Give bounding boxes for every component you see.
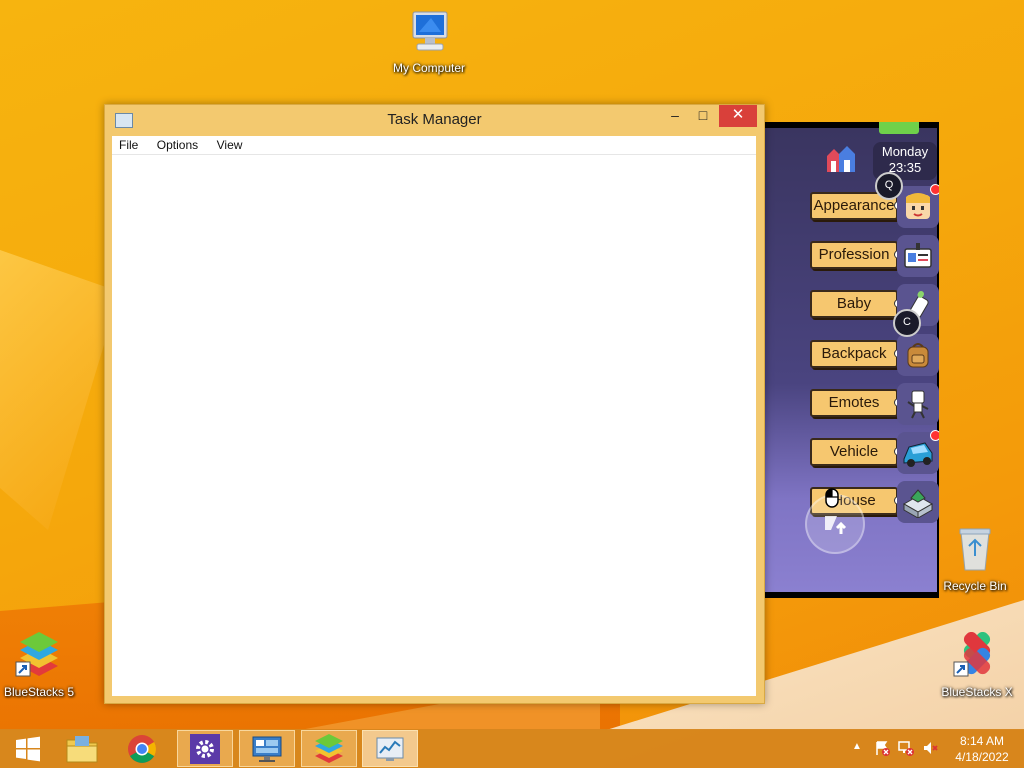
vehicle-button[interactable]: Vehicle — [810, 438, 898, 466]
desktop-icon-my-computer[interactable]: My Computer — [384, 10, 474, 75]
desktop-icon-bluestacks-x[interactable]: BlueStacks X — [932, 631, 1022, 699]
desktop-icon-bluestacks-5[interactable]: BlueStacks 5 — [0, 632, 84, 699]
mouse-cursor-icon — [825, 488, 839, 508]
taskbar: ▲ 8:14 AM 4/18/2022 — [0, 729, 1024, 768]
bluestacks-game-window[interactable]: Monday 23:35 Appearance Profession Baby — [763, 122, 939, 598]
show-hidden-icons-icon[interactable]: ▲ — [852, 741, 862, 752]
window-content — [112, 155, 756, 696]
computer-icon — [384, 10, 474, 57]
game-tag — [879, 122, 919, 134]
network-icon[interactable] — [898, 740, 914, 761]
notification-dot — [930, 184, 939, 195]
menu-item-appearance[interactable]: Appearance — [810, 184, 939, 228]
remote-desktop-button[interactable] — [239, 730, 295, 767]
start-button[interactable] — [0, 730, 56, 767]
maximize-button[interactable]: □ — [686, 105, 720, 127]
desktop-icon-label: BlueStacks 5 — [3, 685, 75, 699]
notification-dot — [930, 430, 939, 441]
emotes-button[interactable]: Emotes — [810, 389, 898, 417]
menu-item-backpack[interactable]: Backpack — [810, 334, 939, 376]
bluestacks-5-icon — [0, 632, 84, 681]
task-manager-button[interactable] — [362, 730, 418, 767]
remote-desktop-icon — [252, 736, 282, 762]
backpack-icon[interactable] — [897, 334, 939, 376]
game-day: Monday — [881, 144, 929, 159]
volume-muted-icon[interactable] — [922, 740, 938, 761]
game-background: Monday 23:35 Appearance Profession Baby — [765, 122, 939, 592]
emote-character-icon[interactable] — [897, 383, 939, 425]
profession-button[interactable]: Profession — [810, 241, 898, 269]
task-manager-icon — [376, 737, 404, 761]
close-button[interactable]: ✕ — [719, 105, 757, 127]
clock-time: 8:14 AM — [959, 734, 1005, 748]
menu-item-vehicle[interactable]: Vehicle — [810, 430, 939, 474]
clock-date: 4/18/2022 — [955, 750, 1009, 764]
desktop-icon-label: Recycle Bin — [943, 579, 1007, 593]
town-icon[interactable] — [825, 146, 861, 172]
settings-icon — [190, 733, 220, 764]
bluestacks-button[interactable] — [301, 730, 357, 767]
file-explorer-icon — [66, 735, 98, 762]
menu-file[interactable]: File — [112, 136, 145, 154]
menu-item-baby[interactable]: Baby — [810, 284, 939, 326]
file-explorer-button[interactable] — [54, 730, 110, 767]
task-manager-window[interactable]: Task Manager – □ ✕ File Options View — [104, 104, 765, 704]
desktop-icon-label: BlueStacks X — [941, 685, 1013, 699]
menu-item-profession[interactable]: Profession — [810, 235, 939, 277]
key-hint-c: C — [893, 309, 921, 337]
id-card-icon[interactable] — [897, 235, 939, 277]
menu-item-emotes[interactable]: Emotes — [810, 383, 939, 425]
taskbar-clock[interactable]: 8:14 AM 4/18/2022 — [952, 733, 1012, 765]
start-icon — [16, 736, 40, 761]
title-bar[interactable]: Task Manager – □ ✕ — [105, 105, 764, 133]
wallpaper-shape — [0, 250, 120, 530]
menu-bar: File Options View — [112, 136, 756, 155]
chrome-icon — [128, 734, 156, 763]
backpack-button[interactable]: Backpack — [810, 340, 898, 368]
bluestacks-x-icon — [932, 631, 1022, 681]
menu-view[interactable]: View — [210, 136, 250, 154]
chrome-button[interactable] — [114, 730, 170, 767]
desktop-icon-recycle-bin[interactable]: Recycle Bin — [930, 526, 1020, 593]
key-hint-q: Q — [875, 172, 903, 200]
settings-button[interactable] — [177, 730, 233, 767]
recycle-bin-icon — [930, 526, 1020, 575]
menu-options[interactable]: Options — [150, 136, 205, 154]
action-center-flag-icon[interactable] — [874, 740, 890, 761]
bluestacks-icon — [315, 733, 343, 763]
house-icon[interactable] — [897, 481, 939, 523]
baby-button[interactable]: Baby — [810, 290, 898, 318]
desktop-icon-label: My Computer — [392, 61, 466, 75]
